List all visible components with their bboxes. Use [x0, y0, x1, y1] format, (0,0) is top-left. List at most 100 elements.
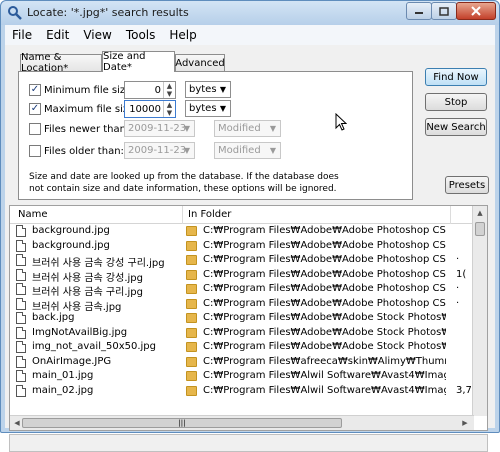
column-folder[interactable]: In Folder — [188, 209, 231, 220]
chevron-down-icon: ▼ — [269, 124, 277, 133]
menu-view[interactable]: View — [76, 28, 118, 42]
newer-row: Files newer than: — [29, 123, 129, 135]
chevron-down-icon: ▼ — [219, 104, 227, 113]
table-row[interactable]: ImgNotAvailBig.jpg C:₩Program Files₩Adobe… — [10, 326, 474, 341]
menu-file[interactable]: File — [5, 28, 39, 42]
presets-button[interactable]: Presets — [445, 176, 489, 194]
table-row[interactable]: 브러쉬 사용 금속.jpg C:₩Program Files₩Adobe₩Adob… — [10, 297, 474, 313]
table-row[interactable]: back.jpg C:₩Program Files₩Adobe₩Adobe Sto… — [10, 311, 474, 326]
older-row: Files older than: — [29, 145, 124, 157]
table-row[interactable]: main_02.jpg C:₩Program Files₩Alwil Softwa… — [10, 384, 476, 399]
result-rows: background.jpg C:₩Program Files₩Adobe₩Ado… — [10, 224, 476, 399]
file-icon — [16, 355, 26, 368]
tab-size-date[interactable]: Size and Date* — [102, 51, 175, 73]
stop-button[interactable]: Stop — [425, 93, 487, 111]
menu-tools[interactable]: Tools — [119, 28, 163, 42]
min-size-unit: bytes — [189, 84, 217, 95]
table-row[interactable]: 브러쉬 사용 금속 강성 구리.jpg C:₩Program Files₩Adob… — [10, 253, 474, 269]
info-note: Size and date are looked up from the dat… — [29, 171, 409, 195]
table-row[interactable]: 브러쉬 사용 금속 구리.jpg C:₩Program Files₩Adobe₩A… — [10, 282, 474, 298]
min-size-unit-select[interactable]: bytes ▼ — [185, 81, 231, 98]
scroll-right-icon[interactable]: ▶ — [459, 417, 471, 429]
newer-type-select[interactable]: Modified ▼ — [214, 120, 281, 137]
minimize-icon — [415, 12, 423, 14]
max-size-input[interactable]: 10000 ▲ ▼ — [124, 100, 176, 118]
column-divider[interactable] — [450, 206, 451, 224]
minimize-button[interactable] — [406, 2, 432, 20]
max-size-unit-select[interactable]: bytes ▼ — [185, 100, 231, 117]
title-bar[interactable]: Locate: '*.jpg*' search results — [1, 1, 499, 25]
column-name[interactable]: Name — [18, 209, 48, 220]
folder-icon — [186, 356, 197, 367]
newer-date: 2009-11-23 — [128, 123, 187, 134]
tab-name-location[interactable]: Name & Location* — [20, 52, 102, 74]
column-divider[interactable] — [182, 206, 183, 224]
info-note-line2: not contain size and date information, t… — [29, 184, 337, 194]
close-icon — [471, 6, 481, 16]
folder-path: C:₩Program Files₩Adobe₩Adobe Photoshop C… — [203, 254, 446, 265]
table-row[interactable]: OnAirImage.JPG C:₩Program Files₩afreeca₩s… — [10, 355, 474, 370]
min-size-label: Minimum file size: — [44, 84, 135, 96]
older-type-select[interactable]: Modified ▼ — [214, 142, 281, 159]
maximize-button[interactable] — [431, 2, 457, 20]
folder-path: C:₩Program Files₩Alwil Software₩Avast4₩I… — [203, 384, 446, 396]
folder-path: C:₩Program Files₩Alwil Software₩Avast4₩I… — [203, 370, 446, 381]
min-size-row: ✓ Minimum file size: — [29, 84, 135, 96]
vertical-scrollbar[interactable]: ▲ — [472, 206, 487, 416]
file-name: main_01.jpg — [32, 370, 94, 381]
mouse-pointer-icon — [335, 113, 347, 131]
table-row[interactable]: 브러쉬 사용 금속 강성.jpg C:₩Program Files₩Adobe₩A… — [10, 268, 474, 284]
tab-advanced[interactable]: Advanced — [175, 54, 225, 71]
folder-path: C:₩Program Files₩Adobe₩Adobe Photoshop C… — [203, 225, 446, 236]
scroll-up-icon[interactable]: ▲ — [474, 207, 486, 219]
file-icon — [16, 225, 26, 237]
table-row[interactable]: main_01.jpg C:₩Program Files₩Alwil Softwa… — [10, 369, 474, 384]
horizontal-scrollbar[interactable]: ◀ ||| ▶ — [10, 415, 474, 430]
folder-path: C:₩Program Files₩Adobe₩Adobe Photoshop C… — [203, 268, 446, 280]
max-size-checkbox[interactable]: ✓ — [29, 103, 41, 115]
menu-edit[interactable]: Edit — [39, 28, 76, 42]
max-size-spinner[interactable]: ▲ ▼ — [163, 101, 175, 117]
horizontal-scroll-thumb[interactable]: ||| — [22, 418, 342, 428]
file-name: back.jpg — [32, 312, 75, 323]
chevron-down-icon: ▼ — [219, 85, 227, 94]
file-icon — [16, 312, 26, 324]
maximize-icon — [439, 6, 449, 16]
chevron-down-icon: ▼ — [183, 124, 191, 133]
older-type: Modified — [218, 145, 261, 156]
file-icon — [16, 370, 26, 382]
file-name: ImgNotAvailBig.jpg — [32, 326, 128, 338]
folder-path: C:₩Program Files₩afreeca₩skin₩Alimy₩Thum… — [203, 355, 446, 367]
file-icon — [16, 297, 26, 310]
folder-icon — [186, 298, 197, 309]
list-header: Name In Folder — [10, 206, 474, 224]
older-date-picker[interactable]: 2009-11-23 ▼ — [124, 142, 195, 159]
close-button[interactable] — [456, 2, 496, 20]
table-row[interactable]: background.jpg C:₩Program Files₩Adobe₩Ado… — [10, 224, 474, 239]
min-size-checkbox[interactable]: ✓ — [29, 84, 41, 96]
table-row[interactable]: img_not_avail_50x50.jpg C:₩Program Files₩… — [10, 340, 474, 355]
folder-path: C:₩Program Files₩Adobe₩Adobe Stock Photo… — [203, 312, 446, 323]
folder-path: C:₩Program Files₩Adobe₩Adobe Photoshop C… — [203, 283, 446, 294]
folder-path: C:₩Program Files₩Adobe₩Adobe Photoshop C… — [203, 239, 446, 251]
vertical-scroll-thumb[interactable] — [475, 222, 485, 236]
older-label: Files older than: — [44, 145, 124, 157]
folder-icon — [186, 327, 197, 338]
newer-date-picker[interactable]: 2009-11-23 ▼ — [124, 120, 195, 137]
file-name: background.jpg — [32, 239, 110, 251]
newer-checkbox[interactable] — [29, 123, 41, 135]
min-size-input[interactable]: 0 ▲ ▼ — [124, 81, 176, 99]
results-list[interactable]: Name In Folder background.jpg C:₩Program … — [9, 205, 488, 431]
folder-icon — [186, 342, 197, 352]
menu-help[interactable]: Help — [162, 28, 203, 42]
older-checkbox[interactable] — [29, 145, 41, 157]
min-size-value: 0 — [154, 84, 161, 96]
min-size-spinner[interactable]: ▲ ▼ — [163, 82, 175, 98]
max-size-unit: bytes — [189, 103, 217, 114]
find-now-button[interactable]: Find Now — [425, 68, 487, 86]
new-search-button[interactable]: New Search — [425, 118, 487, 136]
table-row[interactable]: background.jpg C:₩Program Files₩Adobe₩Ado… — [10, 239, 474, 254]
file-name: OnAirImage.JPG — [32, 355, 112, 367]
file-icon — [16, 326, 26, 339]
file-icon — [16, 341, 26, 353]
